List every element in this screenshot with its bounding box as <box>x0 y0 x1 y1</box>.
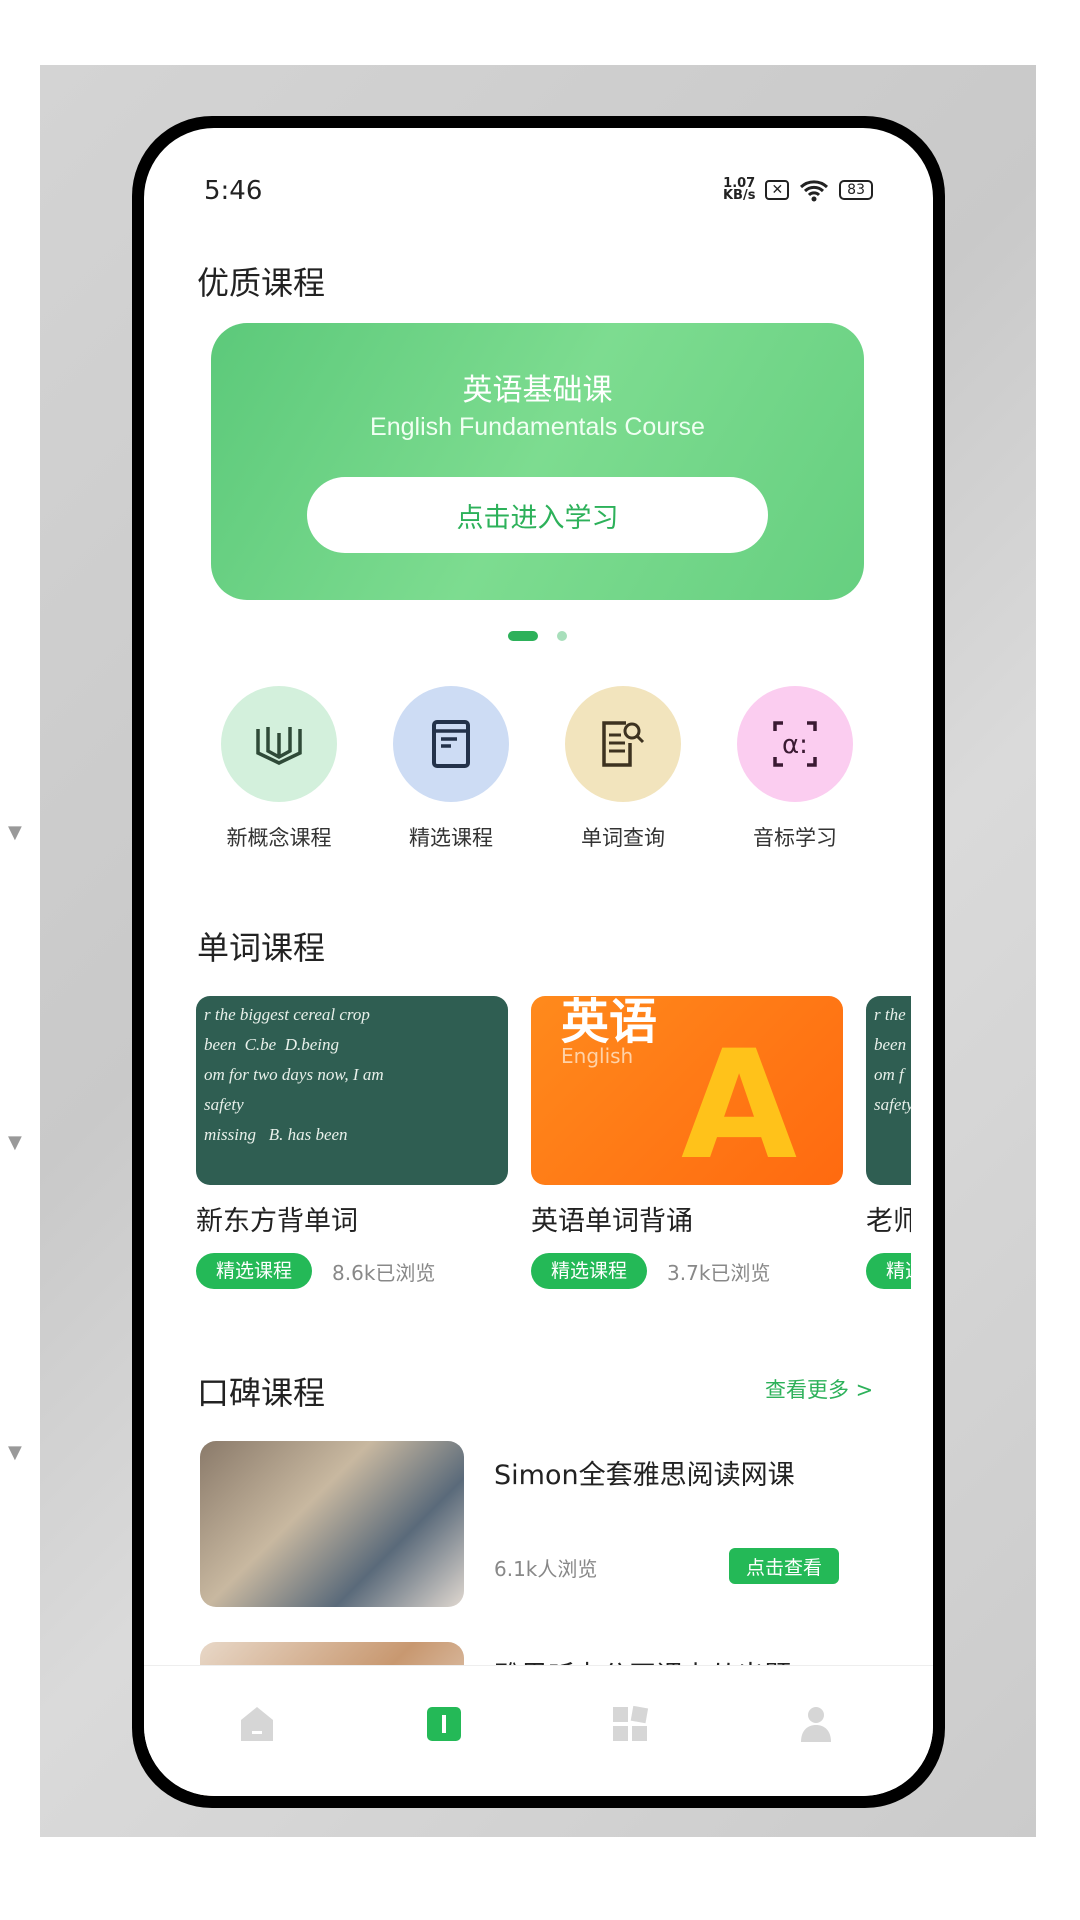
course-title: 新东方背单词 <box>196 1206 358 1237</box>
category-phonetics[interactable]: α: 音标学习 <box>725 686 865 852</box>
profile-icon[interactable] <box>796 1704 836 1744</box>
course-views: 8.6k已浏览 <box>332 1260 436 1285</box>
course-tag: 精选课程 <box>196 1253 313 1289</box>
category-selected[interactable]: 精选课程 <box>381 686 521 852</box>
document-search-icon <box>565 686 681 802</box>
svg-text:α:: α: <box>782 730 808 760</box>
status-time: 5:46 <box>204 176 263 206</box>
course-thumbnail: 英语 English A <box>531 996 843 1185</box>
screen: 5:46 1.07 KB/s ✕ 83 优质课程 英语基础课 English Fu… <box>144 128 933 1796</box>
popular-title: 口碑课程 <box>197 1374 326 1412</box>
banner-subtitle: English Fundamentals Course <box>370 413 705 441</box>
category-label: 单词查询 <box>581 826 665 850</box>
sim-off-icon: ✕ <box>765 180 790 200</box>
enter-study-button[interactable]: 点击进入学习 <box>307 477 768 553</box>
letter-a-graphic: A <box>681 1019 798 1185</box>
bottom-nav <box>144 1665 933 1796</box>
word-course-card[interactable]: 英语 English A 英语单词背诵 精选课程 3.7k已浏览 <box>531 996 843 1289</box>
course-tag: 精选课程 <box>866 1253 911 1289</box>
phonetic-icon: α: <box>737 686 853 802</box>
popular-course-title[interactable]: Simon全套雅思阅读网课 <box>494 1453 795 1492</box>
book-icon <box>393 686 509 802</box>
category-label: 新概念课程 <box>226 826 332 850</box>
phone-frame: 5:46 1.07 KB/s ✕ 83 优质课程 英语基础课 English Fu… <box>132 116 945 1808</box>
course-title: 英语单词背诵 <box>531 1206 693 1237</box>
word-course-card[interactable]: r the biggest cereal crop been C.be D.bei… <box>196 996 508 1289</box>
course-tag: 精选课程 <box>531 1253 648 1289</box>
course-title: 老师 <box>866 1206 911 1237</box>
category-label: 精选课程 <box>409 826 493 850</box>
carousel-dot[interactable] <box>557 631 567 641</box>
category-new-concept[interactable]: 新概念课程 <box>209 686 349 852</box>
popular-course-views: 6.1k人浏览 <box>494 1557 598 1581</box>
word-courses-scroller[interactable]: r the biggest cereal crop been C.be D.bei… <box>196 996 911 1306</box>
view-more-link[interactable]: 查看更多 > <box>765 1374 873 1404</box>
featured-banner[interactable]: 英语基础课 English Fundamentals Course 点击进入学习 <box>211 323 864 600</box>
open-book-icon <box>221 686 337 802</box>
view-course-button[interactable]: 点击查看 <box>729 1548 839 1584</box>
course-thumbnail: r the been om f safety <box>866 996 911 1185</box>
course-icon[interactable] <box>424 1704 464 1744</box>
status-icons: 1.07 KB/s ✕ 83 <box>722 177 873 203</box>
marker-icon: ▼ <box>8 822 22 843</box>
category-label: 音标学习 <box>753 826 837 850</box>
banner-title: 英语基础课 <box>462 373 613 408</box>
course-thumbnail: r the biggest cereal crop been C.be D.bei… <box>196 996 508 1185</box>
battery-indicator: 83 <box>839 180 873 200</box>
word-course-card[interactable]: r thebeenom fsafety 老师 精选课程 <box>866 996 911 1289</box>
carousel-dot-active[interactable] <box>508 631 538 641</box>
marker-icon: ▼ <box>8 1132 22 1153</box>
apps-icon[interactable] <box>610 1704 650 1744</box>
marker-icon: ▼ <box>8 1442 22 1463</box>
net-speed-unit: KB/s <box>722 188 756 203</box>
featured-title: 优质课程 <box>197 264 326 302</box>
thumbnail-subtext: English <box>561 1044 634 1068</box>
course-views: 3.7k已浏览 <box>667 1260 771 1285</box>
category-word-lookup[interactable]: 单词查询 <box>553 686 693 852</box>
word-courses-title: 单词课程 <box>197 929 326 967</box>
net-speed: 1.07 KB/s <box>722 177 756 203</box>
popular-course-thumbnail[interactable] <box>200 1441 464 1607</box>
wifi-icon <box>800 180 829 202</box>
home-icon[interactable] <box>237 1704 277 1744</box>
